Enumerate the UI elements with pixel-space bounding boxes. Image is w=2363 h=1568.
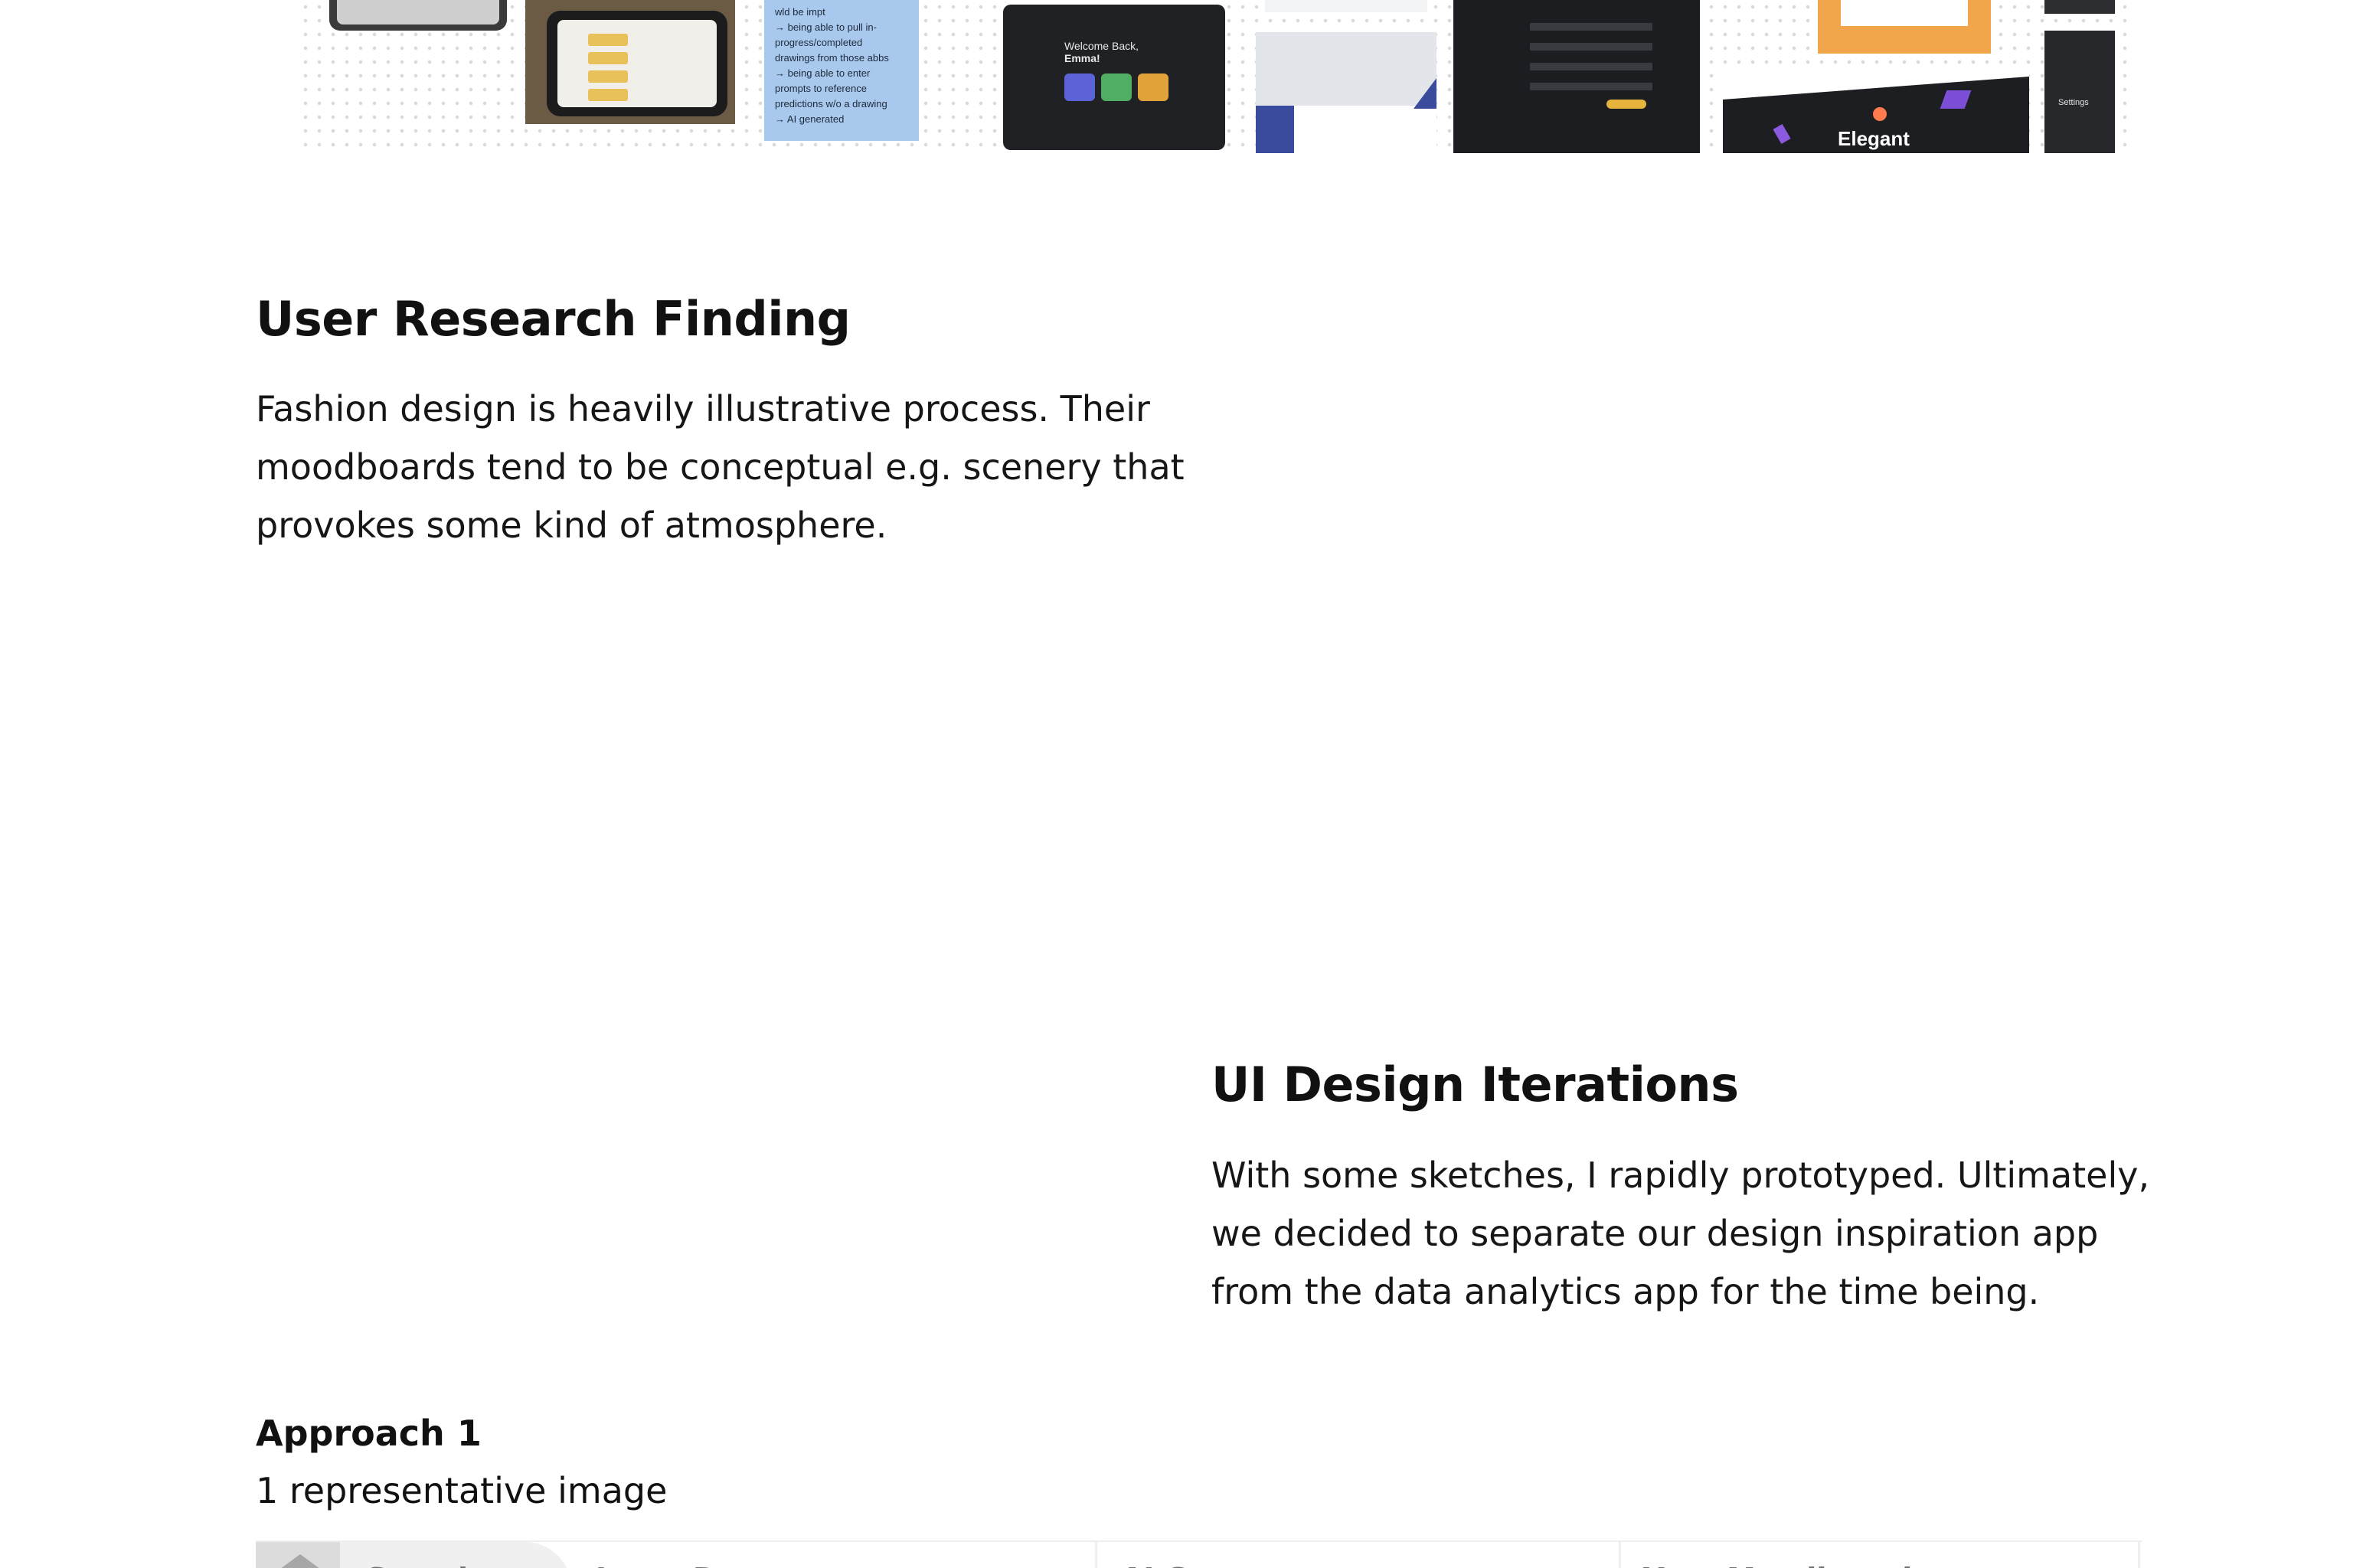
dark-panel-thumbnail-top [2044, 0, 2115, 14]
app-preview-navbar: Search Input Data AI Generate Your Moodb… [256, 1540, 2142, 1568]
elegant-brand-thumbnail: Elegant [1723, 72, 2029, 153]
research-body: Fashion design is heavily illustrative p… [256, 388, 1185, 546]
orange-card-thumbnail [1818, 0, 1991, 54]
approach-subtitle: 1 representative image [256, 1470, 668, 1511]
tablet-sketch-thumbnail [329, 0, 507, 31]
ui-design-body: With some sketches, I rapidly prototyped… [1211, 1155, 2150, 1312]
research-title: User Research Finding [256, 291, 851, 347]
dark-settings-panel-thumbnail: Settings [2044, 31, 2115, 153]
search-tab[interactable]: Search [340, 1542, 571, 1568]
tab-divider [1619, 1542, 1621, 1568]
sticky-note-line: wld be impt [775, 6, 825, 18]
phone-moodboard-thumbnail [525, 0, 735, 124]
ai-generate-tab[interactable]: AI Generate [1121, 1562, 1316, 1568]
settings-label: Settings [2058, 98, 2089, 107]
search-tab-label: Search [366, 1562, 479, 1568]
light-ui-thumbnail-top [1265, 0, 1427, 12]
dashboard-welcome-name: Emma! [1064, 52, 1100, 64]
sticky-note-line: predictions w/o a drawing [775, 98, 887, 109]
portfolio-page: wld be impt → being able to pull in- pro… [0, 0, 2363, 1568]
light-ui-thumbnail [1256, 32, 1436, 153]
tab-divider [2138, 1542, 2140, 1568]
tab-divider [1095, 1542, 1097, 1568]
home-icon[interactable] [256, 1542, 340, 1568]
sticky-note-line: progress/completed [775, 37, 863, 48]
inspiration-collage: wld be impt → being able to pull in- pro… [299, 0, 2136, 153]
more-options-icon[interactable]: ••• [2080, 1559, 2116, 1568]
sticky-note-line: drawings from those abbs [775, 52, 889, 64]
sticky-note-line: → being able to pull in- [775, 21, 877, 33]
settings-form-thumbnail [1453, 0, 1700, 153]
input-data-tab[interactable]: Input Data [596, 1562, 770, 1568]
sticky-note: wld be impt → being able to pull in- pro… [764, 0, 919, 141]
approach-title: Approach 1 [256, 1413, 482, 1454]
moodboard-tab[interactable]: Your Moodboard [1643, 1562, 1912, 1568]
elegant-label: Elegant [1838, 127, 1910, 150]
sticky-note-line: prompts to reference [775, 83, 867, 94]
dashboard-welcome-line: Welcome Back, [1064, 40, 1139, 52]
dashboard-thumbnail: Welcome Back, Emma! [1003, 5, 1225, 150]
sticky-note-line: → being able to enter [775, 67, 871, 79]
ui-design-title: UI Design Iterations [1211, 1057, 1739, 1112]
sticky-note-line: → AI generated [775, 113, 845, 125]
